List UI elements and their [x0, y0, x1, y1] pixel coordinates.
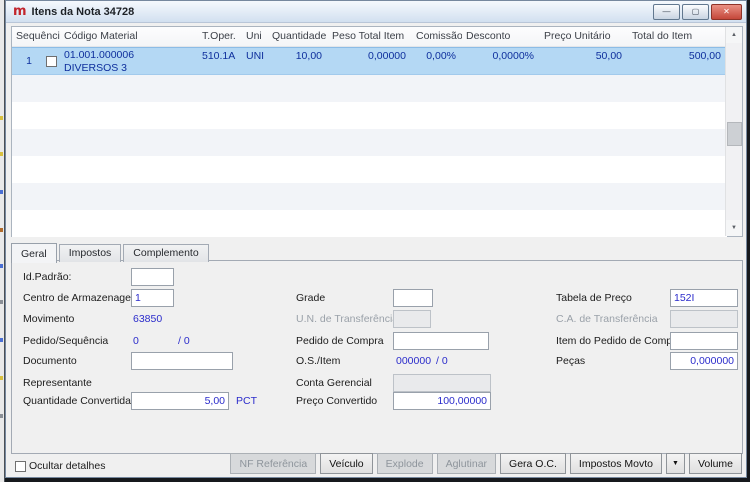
tab-complemento[interactable]: Complemento — [123, 244, 209, 262]
row-preco-unitario: 50,00 — [595, 50, 622, 62]
row-codigo-material: 01.001.000006 DIVERSOS 3 — [60, 48, 198, 74]
col-uni[interactable]: Uni — [242, 27, 268, 46]
row-comissao: 0,00% — [426, 50, 456, 62]
row-codigo: 01.001.000006 — [64, 49, 135, 61]
movimento-label: Movimento — [23, 313, 75, 325]
row-total-item: 500,00 — [688, 50, 721, 62]
row-uni: UNI — [246, 50, 265, 62]
pedido-compra-label: Pedido de Compra — [296, 335, 384, 347]
veiculo-button[interactable]: Veículo — [320, 453, 373, 474]
impostos-movto-dropdown-icon[interactable]: ▼ — [666, 453, 685, 474]
table-row[interactable]: 1 01.001.000006 DIVERSOS 3 510.1A UNI 10… — [12, 47, 727, 75]
window-title: Itens da Nota 34728 — [31, 5, 135, 18]
explode-button: Explode — [376, 453, 433, 474]
scrollbar-thumb[interactable] — [727, 122, 742, 146]
scroll-up-icon[interactable]: ▲ — [726, 27, 742, 43]
id-padrao-label: Id.Padrão: — [23, 271, 72, 283]
movimento-value: 63850 — [133, 313, 163, 325]
empty-grid-row — [12, 210, 727, 237]
preco-convertido-input[interactable] — [393, 392, 491, 410]
nf-referencia-button: NF Referência — [230, 453, 317, 474]
row-descricao: DIVERSOS 3 — [64, 62, 128, 74]
col-codigo-material[interactable]: Código Material — [60, 27, 198, 46]
gera-oc-button[interactable]: Gera O.C. — [500, 453, 566, 474]
os-item-label: O.S./Item — [296, 355, 341, 367]
pecas-input[interactable] — [670, 352, 738, 370]
centro-armazenagem-input[interactable] — [131, 289, 174, 307]
col-total-do-item[interactable]: Total do Item — [628, 27, 727, 46]
col-desconto[interactable]: Desconto — [462, 27, 540, 46]
un-transferencia-label: U.N. de Transferência — [296, 313, 399, 325]
pedido-sequencia-label: Pedido/Sequência — [23, 335, 109, 347]
empty-grid-row — [12, 75, 727, 102]
preco-convertido-label: Preço Convertido — [296, 395, 378, 407]
os-item-value: 000000 — [396, 355, 432, 367]
col-peso-total-item[interactable]: Peso Total Item — [328, 27, 412, 46]
row-quantidade: 10,00 — [295, 50, 322, 62]
detail-tabs: Geral Impostos Complemento — [11, 242, 211, 263]
quantidade-convertida-input[interactable] — [131, 392, 229, 410]
row-checkbox[interactable] — [46, 55, 57, 67]
footer-button-bar: NF Referência Veículo Explode Aglutinar … — [230, 453, 742, 474]
tab-impostos[interactable]: Impostos — [58, 244, 122, 262]
grade-input[interactable] — [393, 289, 433, 307]
ocultar-detalhes-label: Ocultar detalhes — [29, 460, 106, 472]
item-pedido-compra-input[interactable] — [670, 332, 738, 350]
scroll-down-icon[interactable]: ▼ — [726, 220, 742, 236]
un-transferencia-input — [393, 310, 431, 328]
quantidade-convertida-label: Quantidade Convertida — [23, 395, 131, 407]
impostos-movto-button[interactable]: Impostos Movto — [569, 453, 663, 474]
pecas-label: Peças — [556, 355, 586, 367]
app-logo-icon: m — [13, 3, 27, 19]
tab-geral[interactable]: Geral — [11, 243, 57, 263]
row-peso-total: 0,00000 — [368, 50, 406, 62]
conta-gerencial-label: Conta Gerencial — [296, 377, 372, 389]
volume-button[interactable]: Volume — [688, 453, 742, 474]
col-sequencia[interactable]: Sequência — [12, 27, 60, 46]
ca-transferencia-input — [670, 310, 738, 328]
row-sequencia: 1 — [26, 55, 32, 67]
ca-transferencia-label: C.A. de Transferência — [556, 313, 658, 325]
tabela-preco-input[interactable] — [670, 289, 738, 307]
tabela-preco-label: Tabela de Preço — [556, 292, 632, 304]
grade-label: Grade — [296, 292, 326, 304]
pedido-sequencia-value: 0 — [133, 335, 139, 347]
os-item-value2: / 0 — [436, 355, 448, 367]
close-button[interactable]: ✕ — [711, 3, 742, 20]
checkbox-icon[interactable] — [15, 460, 26, 472]
documento-input[interactable] — [131, 352, 233, 370]
aglutinar-button: Aglutinar — [436, 453, 497, 474]
maximize-button[interactable]: ▢ — [682, 3, 709, 20]
pedido-compra-input[interactable] — [393, 332, 489, 350]
titlebar[interactable]: m Itens da Nota 34728 — ▢ ✕ — [6, 1, 746, 23]
row-t-oper: 510.1A — [202, 50, 236, 62]
conta-gerencial-input — [393, 374, 491, 392]
id-padrao-input[interactable] — [131, 268, 174, 286]
items-grid: Sequência Código Material T.Oper. Uni Qu… — [11, 26, 743, 237]
item-pedido-compra-label: Item do Pedido de Compra — [556, 335, 682, 347]
minimize-button[interactable]: — — [653, 3, 680, 20]
col-comissao[interactable]: Comissão — [412, 27, 462, 46]
centro-armazenagem-label: Centro de Armazenagem — [23, 292, 140, 304]
pedido-sequencia-value2: / 0 — [178, 335, 190, 347]
quantidade-convertida-unit: PCT — [236, 395, 257, 407]
empty-grid-row — [12, 129, 727, 156]
itens-da-nota-window: m Itens da Nota 34728 — ▢ ✕ Sequência Có… — [5, 0, 747, 478]
representante-label: Representante — [23, 377, 92, 389]
documento-label: Documento — [23, 355, 77, 367]
grid-vertical-scrollbar[interactable]: ▲ ▼ — [725, 27, 742, 236]
empty-grid-row — [12, 102, 727, 129]
col-preco-unitario[interactable]: Preço Unitário — [540, 27, 628, 46]
col-t-oper[interactable]: T.Oper. — [198, 27, 242, 46]
col-quantidade[interactable]: Quantidade — [268, 27, 328, 46]
ocultar-detalhes-checkbox[interactable]: Ocultar detalhes — [15, 460, 105, 472]
tab-panel-geral: Id.Padrão: Centro de Armazenagem Grade T… — [11, 260, 743, 454]
grid-header: Sequência Código Material T.Oper. Uni Qu… — [12, 27, 727, 47]
empty-grid-row — [12, 183, 727, 210]
empty-grid-row — [12, 156, 727, 183]
row-desconto: 0,0000% — [492, 50, 534, 62]
